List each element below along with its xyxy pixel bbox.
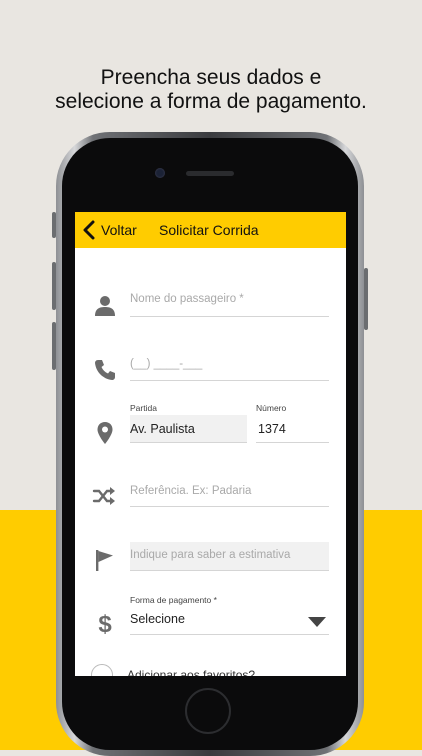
chevron-left-icon — [83, 220, 95, 240]
location-pin-icon — [97, 422, 113, 444]
phone-placeholder: (__) ____-___ — [130, 358, 203, 370]
flag-icon — [96, 550, 113, 571]
svg-text:$: $ — [98, 611, 112, 635]
dropdown-arrow-icon — [308, 617, 326, 627]
earpiece-speaker — [186, 171, 234, 176]
promo-line-1: Preencha seus dados e — [100, 66, 322, 89]
reference-placeholder: Referência. Ex: Padaria — [130, 485, 252, 497]
shuffle-icon — [92, 487, 115, 505]
number-label: Número — [256, 403, 287, 413]
person-icon — [95, 296, 115, 316]
payment-selected-value: Selecione — [130, 612, 185, 626]
phone-mute-switch — [52, 212, 56, 238]
phone-volume-up — [52, 262, 56, 310]
page-title: Solicitar Corrida — [159, 222, 259, 238]
favorite-label: Adicionar aos favoritos? — [127, 668, 256, 676]
promo-caption: Preencha seus dados e selecione a forma … — [0, 66, 422, 114]
promo-line-2: selecione a forma de pagamento. — [55, 90, 367, 113]
dollar-icon: $ — [98, 611, 112, 635]
home-button — [185, 688, 231, 734]
origin-street-value: Av. Paulista — [130, 422, 195, 436]
phone-input[interactable]: (__) ____-___ — [130, 358, 329, 381]
origin-label: Partida — [130, 403, 157, 413]
app-screen: Voltar Solicitar Corrida Nome do passage… — [75, 212, 346, 676]
passenger-name-placeholder: Nome do passageiro * — [130, 293, 244, 305]
app-header: Voltar Solicitar Corrida — [75, 212, 346, 248]
origin-street-input[interactable]: Av. Paulista — [130, 415, 247, 443]
reference-input[interactable]: Referência. Ex: Padaria — [130, 484, 329, 507]
phone-icon — [95, 360, 115, 380]
destination-input[interactable]: Indique para saber a estimativa — [130, 542, 329, 571]
phone-volume-down — [52, 322, 56, 370]
back-label: Voltar — [101, 222, 137, 238]
payment-select[interactable]: Selecione — [130, 608, 329, 635]
origin-number-value: 1374 — [258, 422, 286, 436]
favorite-checkbox[interactable] — [91, 664, 113, 676]
origin-number-input[interactable]: 1374 — [256, 415, 329, 443]
destination-placeholder: Indique para saber a estimativa — [130, 549, 291, 561]
passenger-name-input[interactable]: Nome do passageiro * — [130, 292, 329, 317]
phone-power-button — [364, 268, 368, 330]
front-camera — [155, 168, 165, 178]
payment-label: Forma de pagamento * — [130, 595, 217, 605]
